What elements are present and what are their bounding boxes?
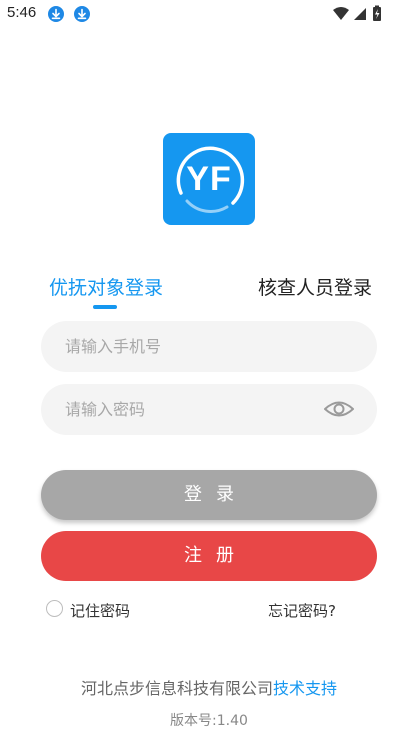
forgot-password-link[interactable]: 忘记密码? <box>268 600 336 621</box>
remember-checkbox[interactable] <box>46 600 63 617</box>
app-logo: YF <box>163 133 255 225</box>
footer-credit: 河北点步信息科技有限公司技术支持 <box>0 675 418 699</box>
phone-input[interactable] <box>65 321 325 372</box>
password-input[interactable] <box>65 384 325 435</box>
status-bar: 5:46 <box>0 0 418 28</box>
wifi-icon <box>333 7 349 20</box>
logo-text: YF <box>186 160 232 198</box>
download-icon <box>74 6 90 22</box>
remember-password-label: 记住密码 <box>70 602 131 620</box>
company-name: 河北点步信息科技有限公司 <box>80 679 273 698</box>
signal-icon <box>354 8 366 20</box>
battery-icon <box>373 5 381 21</box>
tech-support-link[interactable]: 技术支持 <box>273 679 337 698</box>
phone-field[interactable] <box>41 321 377 372</box>
status-time: 5:46 <box>7 4 37 21</box>
register-button[interactable]: 注册 <box>41 531 377 581</box>
system-status-icons <box>333 5 381 21</box>
tab-active-indicator <box>93 305 117 309</box>
download-icon <box>48 6 64 22</box>
version-label: 版本号:1.40 <box>170 713 248 729</box>
eye-icon[interactable] <box>323 397 355 421</box>
tab-object-login[interactable]: 优抚对象登录 <box>49 273 163 300</box>
password-field[interactable] <box>41 384 377 435</box>
tab-staff-login[interactable]: 核查人员登录 <box>258 273 372 300</box>
login-button[interactable]: 登录 <box>41 470 377 520</box>
